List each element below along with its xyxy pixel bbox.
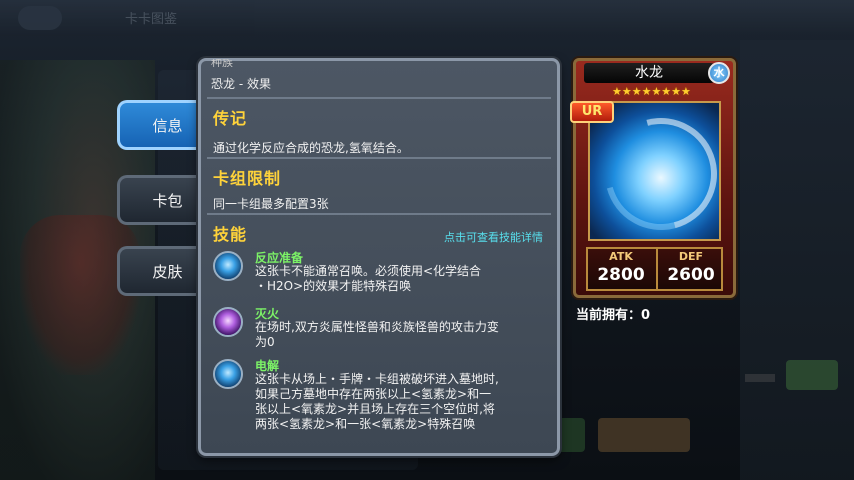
background-orange-button bbox=[598, 418, 690, 452]
skill-desc-line: ・H2O>的效果才能特殊召唤 bbox=[255, 279, 412, 293]
purple-flame-icon bbox=[213, 307, 243, 337]
card-name: 水龙 bbox=[584, 63, 714, 83]
atk-stat: ATK 2800 bbox=[588, 249, 654, 289]
divider bbox=[207, 157, 551, 159]
owned-count: 当前拥有：0 bbox=[576, 308, 651, 323]
skill-details-link[interactable]: 点击可查看技能详情 bbox=[444, 229, 543, 245]
skill-desc: 这张卡不能通常召唤。必须使用<化学结合 ・H2O>的效果才能特殊召唤 bbox=[255, 264, 545, 294]
background-green-button bbox=[786, 360, 838, 390]
divider bbox=[207, 97, 551, 99]
tab-skin-label: 皮肤 bbox=[152, 262, 183, 281]
lore-title: 传记 bbox=[213, 109, 248, 128]
tab-card-pack[interactable]: 卡包 bbox=[117, 175, 203, 225]
skill-desc-line: 张以上<氧素龙>并且场上存在三个空位时,将 bbox=[255, 402, 495, 416]
tab-skin[interactable]: 皮肤 bbox=[117, 246, 203, 296]
card-type-line: 恐龙 - 效果 bbox=[211, 77, 271, 91]
blue-orb-icon bbox=[213, 251, 243, 281]
skills-title: 技能 bbox=[213, 225, 248, 244]
background-label bbox=[745, 374, 775, 382]
atk-label: ATK bbox=[609, 250, 633, 263]
deck-limit-text: 同一卡组最多配置3张 bbox=[213, 197, 329, 211]
skill-item[interactable]: 反应准备 这张卡不能通常召唤。必须使用<化学结合 ・H2O>的效果才能特殊召唤 bbox=[213, 249, 543, 295]
blue-orb-icon bbox=[213, 359, 243, 389]
tab-info-label: 信息 bbox=[152, 116, 183, 135]
skill-desc: 这张卡从场上・手牌・卡组被破坏进入墓地时, 如果己方墓地中存在两张以上<氢素龙>… bbox=[255, 372, 545, 432]
card-stats: ATK 2800 DEF 2600 bbox=[586, 247, 723, 291]
skill-item[interactable]: 灭火 在场时,双方炎属性怪兽和炎族怪兽的攻击力变 为0 bbox=[213, 305, 543, 351]
def-label: DEF bbox=[678, 250, 704, 263]
background-title: 卡卡图鉴 bbox=[125, 12, 178, 27]
top-bar: 卡卡图鉴 bbox=[0, 0, 854, 36]
tab-card-pack-label: 卡包 bbox=[152, 191, 183, 210]
def-value: 2600 bbox=[667, 265, 715, 285]
skill-desc: 在场时,双方炎属性怪兽和炎族怪兽的攻击力变 为0 bbox=[255, 320, 545, 350]
skill-desc-line: 如果己方墓地中存在两张以上<氢素龙>和一 bbox=[255, 387, 492, 401]
skill-desc-line: 这张卡不能通常召唤。必须使用<化学结合 bbox=[255, 264, 482, 278]
info-panel[interactable]: 种族 恐龙 - 效果 传记 通过化学反应合成的恐龙,氢氧结合。 卡组限制 同一卡… bbox=[198, 58, 560, 456]
skill-desc-line: 这张卡从场上・手牌・卡组被破坏进入墓地时, bbox=[255, 372, 499, 386]
back-button[interactable] bbox=[18, 6, 62, 30]
lore-text: 通过化学反应合成的恐龙,氢氧结合。 bbox=[213, 141, 409, 155]
skill-desc-line: 两张<氢素龙>和一张<氧素龙>特殊召唤 bbox=[255, 417, 476, 431]
atk-value: 2800 bbox=[597, 265, 645, 285]
background-right-panel bbox=[740, 40, 854, 480]
divider bbox=[207, 213, 551, 215]
monster-card[interactable]: 水龙 水 ★★★★★★★★ UR ATK 2800 DEF 2600 bbox=[570, 58, 738, 298]
def-stat: DEF 2600 bbox=[656, 249, 724, 289]
rarity-badge: UR bbox=[570, 101, 614, 123]
clipped-type-label: 种族 bbox=[211, 59, 233, 67]
level-stars: ★★★★★★★★ bbox=[612, 85, 691, 98]
skill-item[interactable]: 电解 这张卡从场上・手牌・卡组被破坏进入墓地时, 如果己方墓地中存在两张以上<氢… bbox=[213, 357, 543, 433]
tab-info[interactable]: 信息 bbox=[117, 100, 203, 150]
deck-limit-title: 卡组限制 bbox=[213, 169, 282, 188]
skill-desc-line: 在场时,双方炎属性怪兽和炎族怪兽的攻击力变 bbox=[255, 320, 499, 334]
skill-desc-line: 为0 bbox=[255, 335, 275, 349]
water-attribute-icon: 水 bbox=[708, 62, 730, 84]
